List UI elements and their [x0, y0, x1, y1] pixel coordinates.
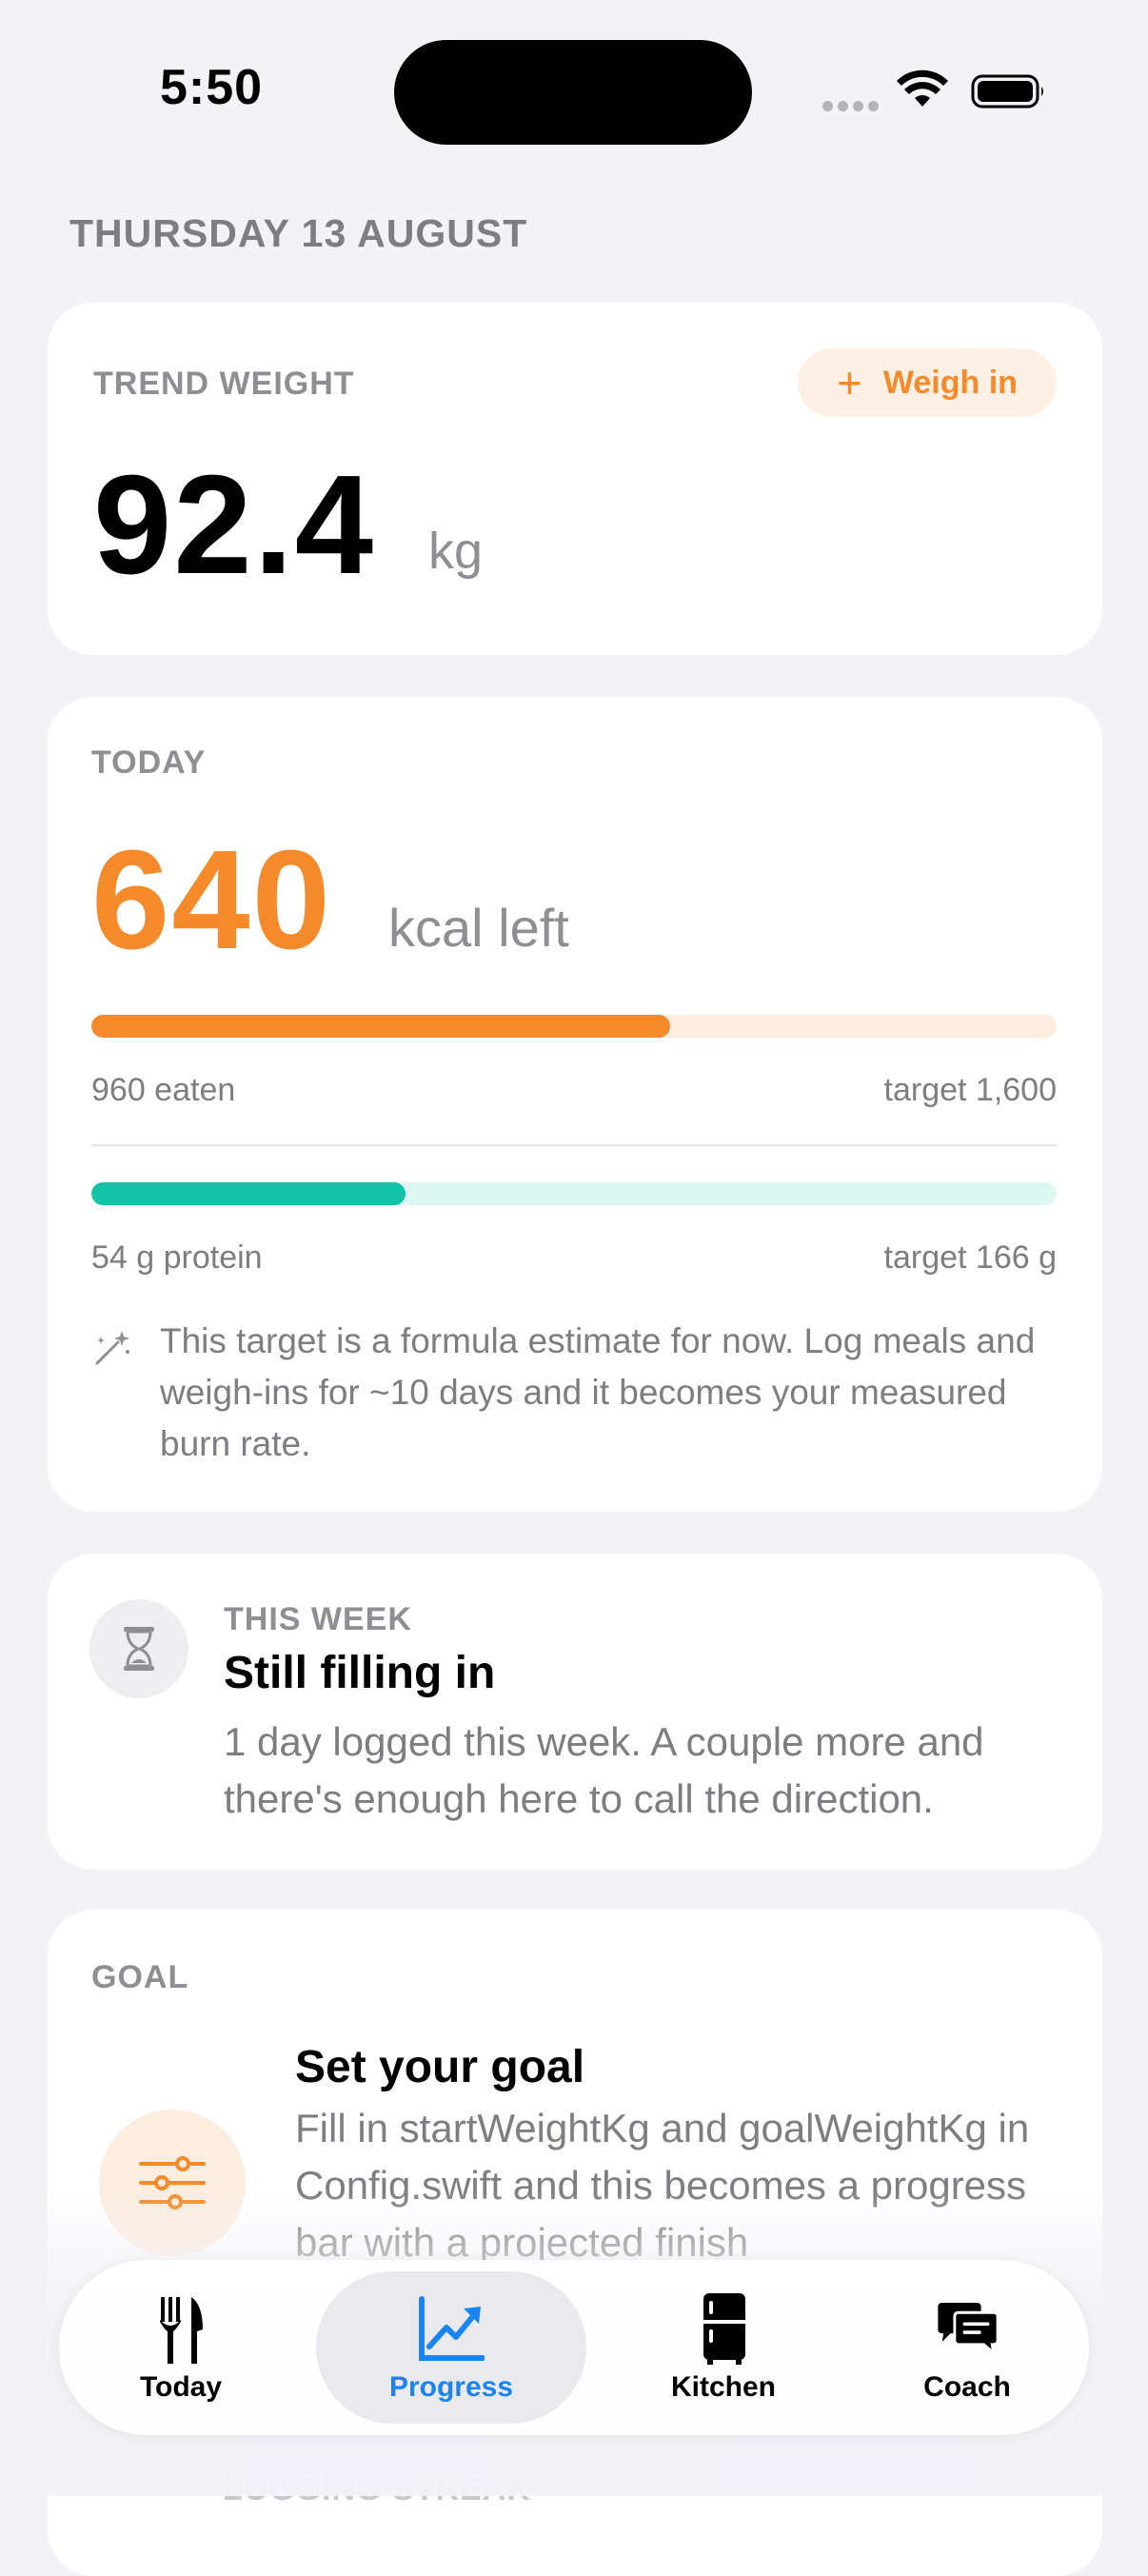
trend-weight-card: TREND WEIGHT + Weigh in 92.4 kg [48, 303, 1102, 655]
protein-progress-bar [91, 1182, 1057, 1205]
this-week-label: THIS WEEK [224, 1601, 412, 1637]
goal-label: GOAL [91, 1959, 189, 1995]
status-bar: 5:50 [0, 0, 1148, 181]
plus-icon: + [837, 358, 862, 407]
this-week-title: Still filling in [224, 1648, 496, 1698]
tab-kitchen-label: Kitchen [670, 2371, 776, 2403]
trend-weight-value: 92.4 [93, 446, 376, 604]
battery-icon [971, 74, 1043, 109]
today-label: TODAY [91, 744, 207, 781]
burn-rate-hint: This target is a formula estimate for no… [160, 1321, 1036, 1463]
chart-up-icon [419, 2296, 485, 2361]
today-card: TODAY 640 kcal left 960 eaten target 1,6… [48, 697, 1102, 1512]
tab-today[interactable]: Today [59, 2260, 303, 2435]
dynamic-island [394, 40, 752, 145]
cellular-signal-icon [822, 99, 883, 116]
weigh-in-label: Weigh in [882, 364, 1018, 401]
tab-coach[interactable]: Coach [845, 2260, 1089, 2435]
this-week-card: THIS WEEK Still filling in 1 day logged … [48, 1554, 1102, 1870]
this-week-text: 1 day logged this week. A couple more an… [224, 1719, 984, 1821]
eaten-caption: 960 eaten [91, 1072, 236, 1108]
fridge-icon [703, 2293, 745, 2365]
fork-knife-icon [160, 2297, 203, 2364]
status-time: 5:50 [160, 60, 264, 115]
tab-today-label: Today [139, 2371, 223, 2403]
tab-progress[interactable]: Progress [316, 2271, 586, 2424]
chat-bubbles-icon [938, 2303, 1000, 2357]
tab-kitchen[interactable]: Kitchen [602, 2260, 845, 2435]
wifi-icon [897, 69, 948, 107]
protein-caption: 54 g protein [91, 1239, 263, 1276]
calorie-target-caption: target 1,600 [883, 1072, 1057, 1108]
tab-coach-label: Coach [923, 2371, 1011, 2403]
goal-title: Set your goal [295, 2042, 585, 2092]
tab-progress-label: Progress [388, 2371, 514, 2403]
trend-weight-label: TREND WEIGHT [93, 366, 355, 402]
calorie-progress-fill [91, 1015, 671, 1038]
calorie-progress-bar [91, 1015, 1057, 1038]
magic-wand-icon [95, 1331, 129, 1365]
divider [91, 1144, 1057, 1146]
protein-target-caption: target 166 g [883, 1239, 1057, 1276]
tab-bar: Today Progress Kitchen Coach [59, 2260, 1089, 2435]
weigh-in-button[interactable]: + Weigh in [798, 348, 1057, 417]
date-heading: THURSDAY 13 AUGUST [69, 211, 528, 255]
protein-progress-fill [91, 1182, 406, 1205]
kcal-left-value: 640 [91, 822, 332, 979]
trend-weight-unit: kg [428, 523, 484, 580]
hourglass-icon [89, 1599, 188, 1698]
kcal-left-unit: kcal left [388, 898, 569, 958]
